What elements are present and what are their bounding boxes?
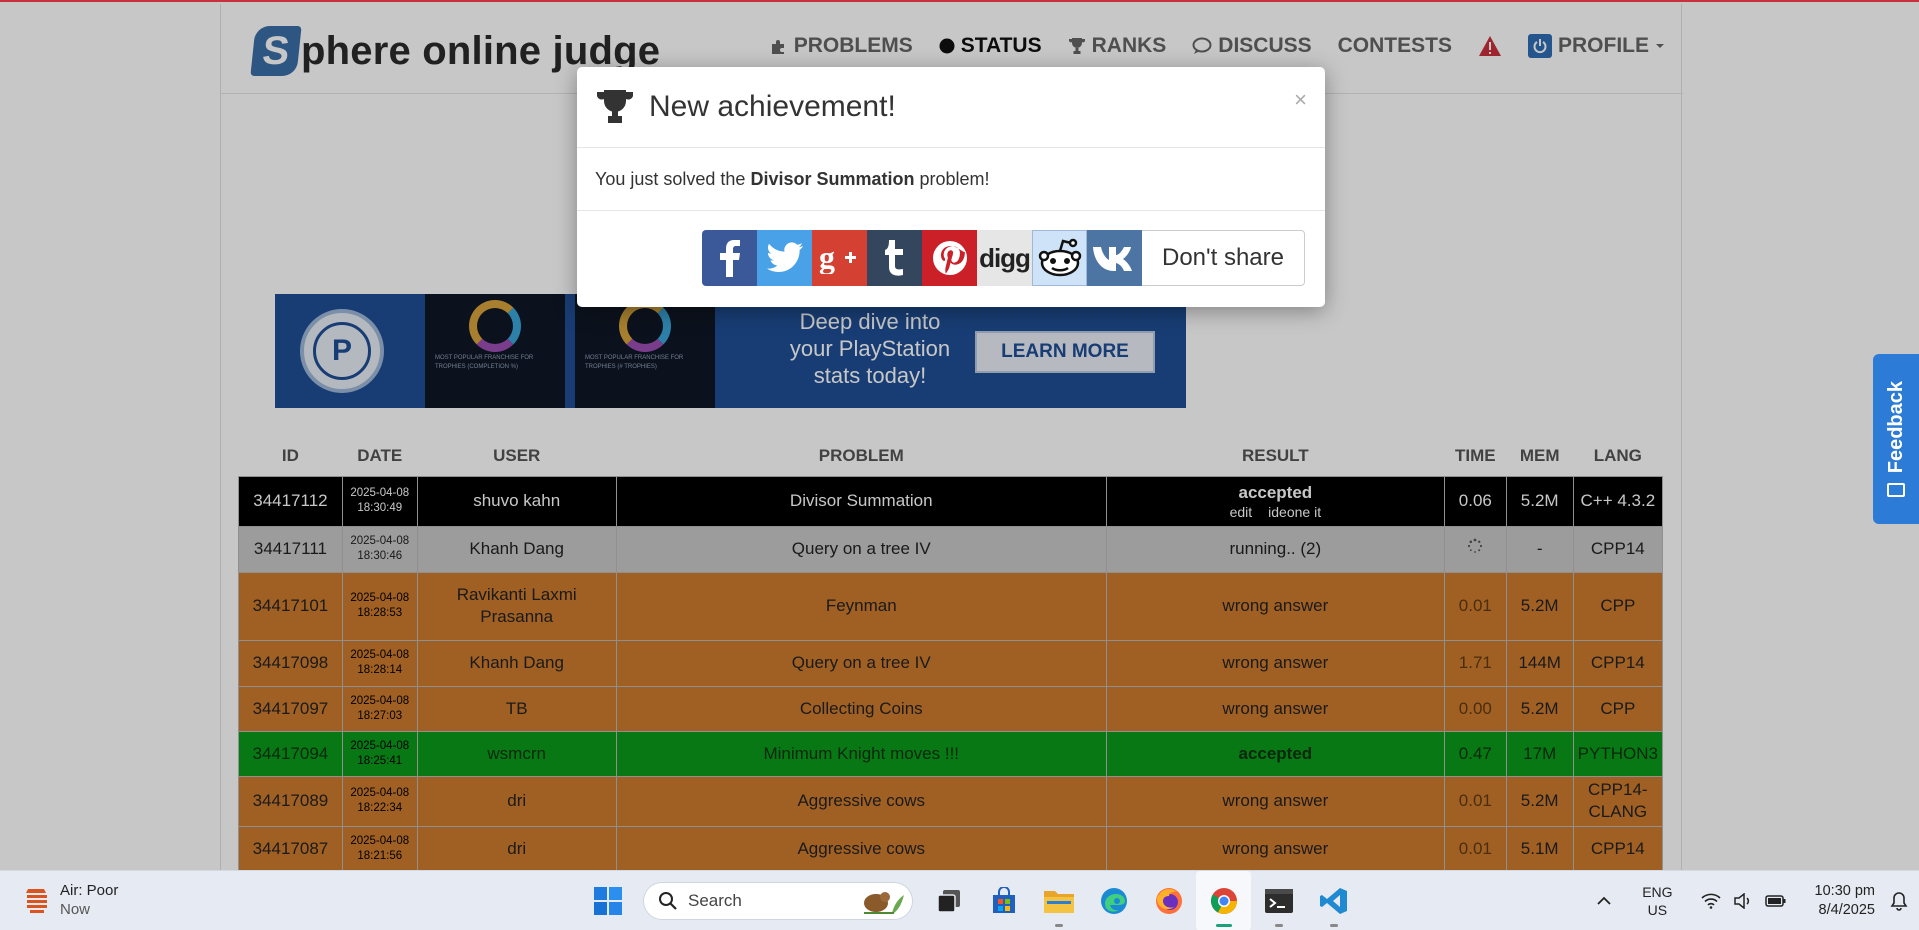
store-icon xyxy=(992,887,1015,913)
battery-icon xyxy=(1764,895,1786,907)
svg-text:g: g xyxy=(819,242,835,274)
close-icon[interactable]: × xyxy=(1294,87,1307,113)
pinterest-icon xyxy=(932,241,967,275)
edge-app[interactable] xyxy=(1086,871,1141,930)
quick-settings[interactable] xyxy=(1700,893,1787,909)
start-button[interactable] xyxy=(580,871,635,930)
google-plus-icon: g xyxy=(819,242,856,274)
twitter-icon xyxy=(766,242,803,272)
weather-title: Air: Poor xyxy=(60,882,119,899)
task-view-button[interactable] xyxy=(921,871,976,930)
twitter-share-button[interactable] xyxy=(757,230,812,286)
achievement-modal: New achievement! × You just solved the D… xyxy=(577,67,1325,307)
firefox-app[interactable] xyxy=(1141,871,1196,930)
pinterest-share-button[interactable] xyxy=(922,230,977,286)
taskbar: Air: Poor Now Search ENG US 10:30 pm 8/4… xyxy=(0,870,1919,930)
terminal-icon xyxy=(1264,889,1293,913)
folder-icon xyxy=(1043,891,1074,913)
modal-title: New achievement! xyxy=(649,90,896,123)
reddit-icon xyxy=(1038,238,1081,277)
speaker-icon xyxy=(1733,893,1749,909)
vk-share-button[interactable] xyxy=(1087,230,1142,286)
trophy-icon xyxy=(597,90,633,123)
input-language[interactable]: ENG US xyxy=(1642,883,1672,919)
wifi-icon xyxy=(1700,893,1721,909)
taskbar-apps: Search xyxy=(580,871,1361,930)
digg-share-button[interactable]: digg xyxy=(977,230,1032,286)
tumblr-share-button[interactable] xyxy=(867,230,922,286)
modal-body: You just solved the Divisor Summation pr… xyxy=(577,148,1325,211)
windows-icon xyxy=(593,887,622,915)
feedback-icon xyxy=(1887,483,1905,498)
store-app[interactable] xyxy=(976,871,1031,930)
search-highlight-image xyxy=(864,892,904,914)
task-view-icon xyxy=(936,890,960,913)
search-placeholder: Search xyxy=(688,891,742,910)
clock-time: 10:30 pm xyxy=(1814,883,1875,899)
weather-sub: Now xyxy=(60,901,91,918)
share-buttons: g digg Don't share xyxy=(702,230,1305,286)
chevron-up-icon[interactable] xyxy=(1596,896,1612,906)
chrome-icon xyxy=(1210,888,1237,914)
feedback-label: Feedback xyxy=(1884,380,1907,474)
weather-widget[interactable]: Air: Poor Now xyxy=(24,881,118,919)
vscode-icon xyxy=(1319,888,1347,914)
chrome-app[interactable] xyxy=(1196,871,1251,930)
browser-page: S phere online judge PROBLEMS STATUS RAN… xyxy=(0,0,1919,873)
taskbar-search[interactable]: Search xyxy=(643,882,913,920)
solved-problem-name: Divisor Summation xyxy=(750,168,915,189)
reddit-share-button[interactable] xyxy=(1032,230,1087,286)
feedback-tab[interactable]: Feedback xyxy=(1873,354,1919,524)
facebook-icon xyxy=(719,240,740,277)
search-icon xyxy=(659,892,677,910)
firefox-icon xyxy=(1155,888,1182,914)
digg-icon: digg xyxy=(979,242,1031,273)
air-quality-icon xyxy=(26,889,47,913)
file-explorer-app[interactable] xyxy=(1031,871,1086,930)
dont-share-button[interactable]: Don't share xyxy=(1142,230,1305,286)
terminal-app[interactable] xyxy=(1251,871,1306,930)
modal-header: New achievement! xyxy=(577,67,1325,148)
system-tray: ENG US 10:30 pm 8/4/2025 xyxy=(1596,871,1919,930)
vscode-app[interactable] xyxy=(1306,871,1361,930)
vk-icon xyxy=(1092,247,1132,271)
edge-icon xyxy=(1100,888,1127,914)
clock-date: 8/4/2025 xyxy=(1818,902,1875,918)
facebook-share-button[interactable] xyxy=(702,230,757,286)
taskbar-clock[interactable]: 10:30 pm 8/4/2025 xyxy=(1815,882,1875,920)
notification-bell-icon[interactable] xyxy=(1889,891,1909,911)
google-plus-share-button[interactable]: g xyxy=(812,230,867,286)
tumblr-icon xyxy=(884,240,903,276)
